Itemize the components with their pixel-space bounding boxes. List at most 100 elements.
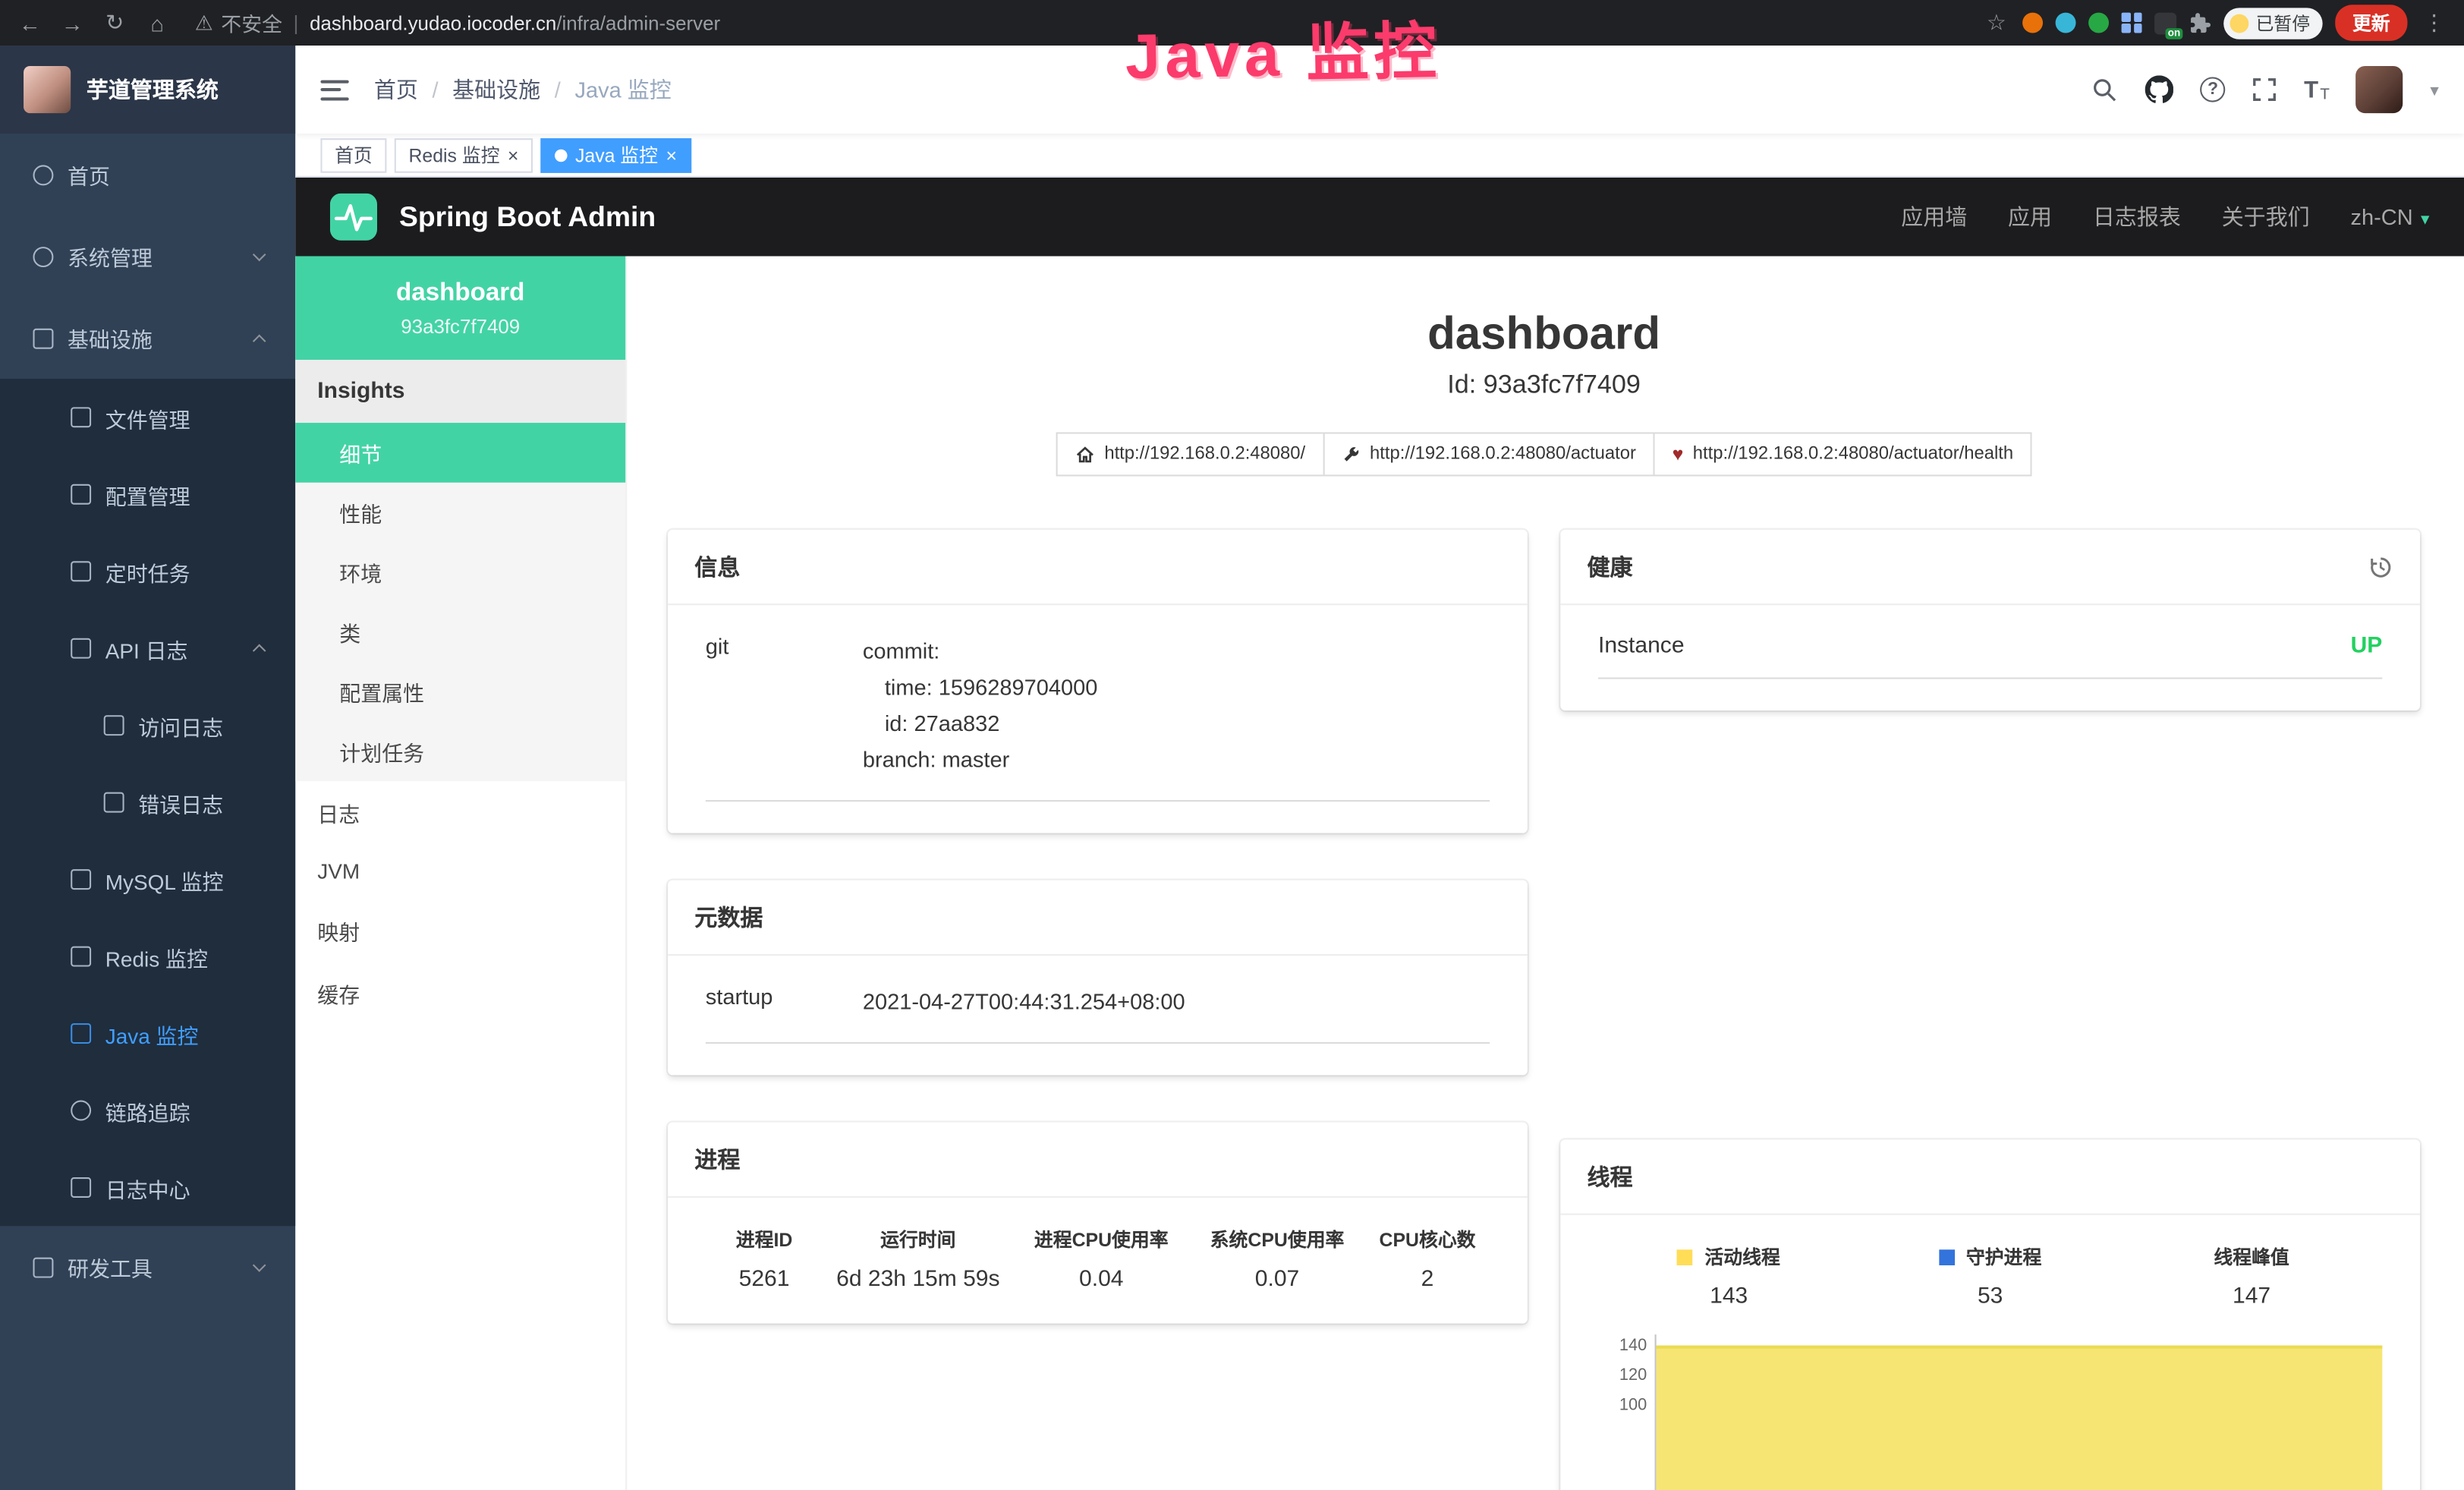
endpoint-actuator-link[interactable]: http://192.168.0.2:48080/actuator (1323, 432, 1655, 476)
process-table: 进程ID 运行时间 进程CPU使用率 系统CPU使用率 CPU核心数 5261 … (706, 1227, 1490, 1293)
sba-locale-select[interactable]: zh-CN▾ (2350, 204, 2429, 229)
process-card: 进程 进程ID 运行时间 进程CPU使用率 系统CPU使用率 CPU核心数 (668, 1123, 1528, 1325)
extension-icon-green[interactable] (2089, 13, 2110, 33)
sba-menu-details[interactable]: 细节 (295, 423, 625, 483)
sidebar-item-log-center[interactable]: 日志中心 (0, 1149, 295, 1226)
sidebar-item-api-logs[interactable]: API 日志 (0, 610, 295, 686)
sba-menu-config-properties[interactable]: 配置属性 (295, 662, 625, 722)
sba-menu-scheduled-tasks[interactable]: 计划任务 (295, 721, 625, 781)
profile-paused-badge[interactable]: 已暂停 (2224, 7, 2322, 38)
browser-menu-icon[interactable]: ⋮ (2420, 9, 2448, 36)
spring-boot-admin-logo-icon[interactable] (330, 194, 377, 241)
breadcrumb-home[interactable]: 首页 (374, 74, 452, 105)
sidebar-item-label: API 日志 (105, 632, 188, 663)
sba-menu-classes[interactable]: 类 (295, 602, 625, 662)
url-bar[interactable]: ⚠ 不安全 | dashboard.yudao.iocoder.cn/infra… (195, 8, 720, 37)
tag-home[interactable]: 首页 (320, 137, 386, 172)
sba-menu-environment[interactable]: 环境 (295, 542, 625, 602)
sidebar-item-label: 系统管理 (68, 241, 153, 272)
legend-peak-value: 147 (2121, 1284, 2382, 1309)
chevron-down-icon (253, 247, 266, 261)
legend-swatch-yellow (1678, 1249, 1694, 1265)
process-header: 运行时间 (823, 1227, 1013, 1253)
endpoint-home-link[interactable]: http://192.168.0.2:48080/ (1056, 432, 1324, 476)
sidebar-item-infrastructure[interactable]: 基础设施 (0, 297, 295, 379)
sidebar-item-label: 基础设施 (68, 323, 153, 354)
extension-icon-blue[interactable] (2056, 13, 2077, 33)
metadata-startup-row: startup 2021-04-27T00:44:31.254+08:00 (706, 984, 1490, 1044)
sidebar-item-system-management[interactable]: 系统管理 (0, 216, 295, 298)
sba-nav-journal[interactable]: 日志报表 (2093, 201, 2181, 232)
sba-menu-performance[interactable]: 性能 (295, 483, 625, 543)
instance-title: dashboard (668, 310, 2420, 361)
sidebar-menu: 首页 系统管理 基础设施 文件管理 (0, 134, 295, 1308)
breadcrumb-infrastructure[interactable]: 基础设施 (452, 74, 574, 105)
legend-peak-threads: 线程峰值 (2121, 1243, 2382, 1270)
sidebar-item-access-logs[interactable]: 访问日志 (0, 687, 295, 764)
sidebar-item-file-management[interactable]: 文件管理 (0, 379, 295, 455)
close-icon[interactable]: × (508, 146, 519, 165)
sba-menu-logs[interactable]: 日志 (295, 781, 625, 844)
api-log-icon (71, 638, 91, 659)
hamburger-icon[interactable] (320, 80, 348, 100)
trace-icon (71, 1101, 91, 1121)
extension-icon-grid[interactable] (2123, 13, 2143, 33)
sba-menu-mappings[interactable]: 映射 (295, 899, 625, 962)
sidebar-item-error-logs[interactable]: 错误日志 (0, 764, 295, 840)
info-card: 信息 git commit: time: 1596289704000 id: 2 (668, 530, 1528, 833)
github-icon[interactable] (2145, 75, 2173, 103)
help-icon[interactable]: ? (2201, 77, 2226, 102)
sidebar-item-label: 首页 (68, 159, 110, 190)
sidebar-item-dev-tools[interactable]: 研发工具 (0, 1226, 295, 1308)
search-icon[interactable] (2092, 76, 2119, 102)
reload-icon[interactable]: ↻ (101, 9, 129, 36)
infrastructure-icon (33, 328, 53, 348)
timer-icon (71, 561, 91, 581)
sidebar-item-scheduled-tasks[interactable]: 定时任务 (0, 533, 295, 610)
tag-java-monitor[interactable]: Java 监控 × (540, 137, 691, 172)
gear-icon (33, 246, 53, 266)
chrome-update-button[interactable]: 更新 (2335, 5, 2407, 41)
tag-label: Java 监控 (575, 141, 658, 168)
sba-body: dashboard 93a3fc7f7409 Insights 细节 性能 环境… (295, 257, 2464, 1490)
fullscreen-icon[interactable] (2252, 77, 2277, 102)
extensions-puzzle-icon[interactable] (2190, 12, 2212, 34)
sidebar-item-redis-monitor[interactable]: Redis 监控 (0, 918, 295, 994)
extension-icon-switch[interactable]: on (2155, 12, 2177, 34)
sba-sidebar: dashboard 93a3fc7f7409 Insights 细节 性能 环境… (295, 257, 627, 1490)
sidebar-item-label: 文件管理 (105, 402, 190, 433)
sba-nav-applications[interactable]: 应用 (2008, 201, 2052, 232)
security-label: 不安全 (221, 8, 282, 37)
sba-brand[interactable]: Spring Boot Admin (399, 200, 656, 233)
sidebar-item-config-management[interactable]: 配置管理 (0, 456, 295, 533)
history-icon[interactable] (2368, 554, 2393, 579)
cards-right-column: 健康 Instance (1560, 530, 2420, 1490)
app-logo: 芋道管理系统 (0, 46, 295, 134)
endpoint-links: http://192.168.0.2:48080/ http://192.168… (668, 432, 2420, 476)
user-avatar[interactable] (2356, 66, 2403, 113)
endpoint-health-link[interactable]: ♥ http://192.168.0.2:48080/actuator/heal… (1654, 432, 2032, 476)
extension-icon-orange[interactable] (2023, 13, 2044, 33)
sba-nav-wallboard[interactable]: 应用墙 (1901, 201, 1967, 232)
sidebar-item-java-monitor[interactable]: Java 监控 (0, 995, 295, 1072)
sba-menu-caches[interactable]: 缓存 (295, 962, 625, 1025)
back-icon[interactable]: ← (16, 10, 44, 35)
sidebar-item-trace[interactable]: 链路追踪 (0, 1072, 295, 1148)
sba-nav-about[interactable]: 关于我们 (2222, 201, 2310, 232)
avatar-caret-icon[interactable]: ▾ (2430, 80, 2438, 100)
sidebar-item-home[interactable]: 首页 (0, 134, 295, 216)
close-icon[interactable]: × (666, 146, 677, 165)
info-git-value: commit: time: 1596289704000 id: 27aa832 … (863, 634, 1097, 779)
font-size-icon[interactable]: TT (2304, 76, 2330, 102)
sba-menu-jvm[interactable]: JVM (295, 844, 625, 899)
sba-insights-label: Insights (295, 360, 625, 423)
sba-instance-header[interactable]: dashboard 93a3fc7f7409 (295, 257, 625, 361)
tag-redis-monitor[interactable]: Redis 监控 × (395, 137, 533, 172)
health-card-title: 健康 (1560, 530, 2420, 605)
handwritten-annotation: Java 监控 (1125, 1, 1442, 97)
sidebar-item-mysql-monitor[interactable]: MySQL 监控 (0, 841, 295, 918)
bookmark-star-icon[interactable]: ☆ (1982, 9, 2010, 36)
forward-icon[interactable]: → (58, 10, 87, 35)
home-icon[interactable]: ⌂ (143, 10, 171, 35)
info-git-label: git (706, 634, 863, 779)
